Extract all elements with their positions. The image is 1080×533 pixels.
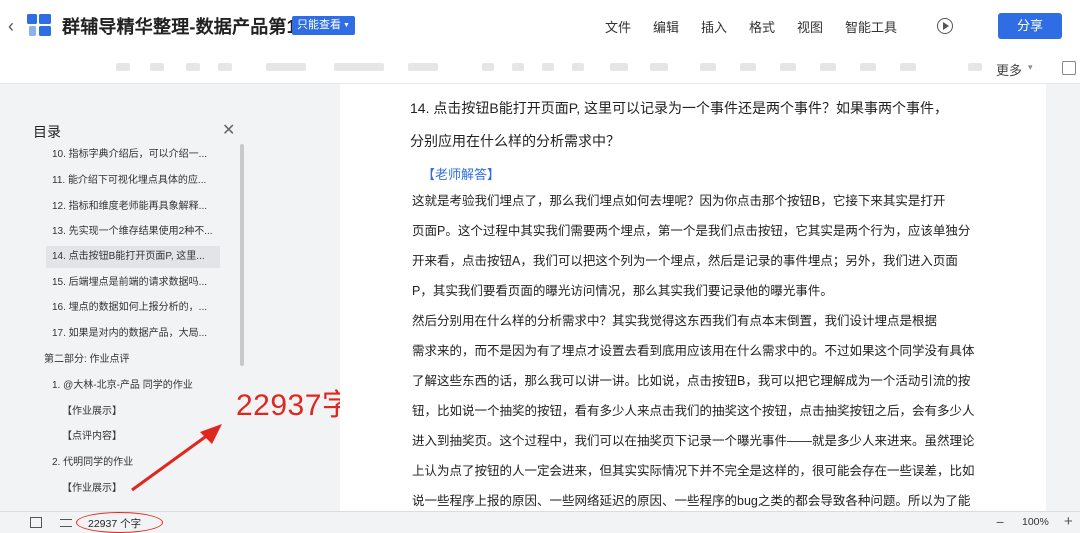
paragraph-line: 然后分别用在什么样的分析需求中？其实我觉得这东西我们有点本末倒置，我们设计埋点是… — [412, 314, 938, 328]
toc-item[interactable]: 12. 指标和维度老师能再具象解释... — [52, 196, 232, 218]
paragraph-line: 说一些程序上报的原因、一些网络延迟的原因、一些程序的bug之类的都会导致各种问题… — [412, 494, 971, 508]
present-play-icon[interactable] — [937, 18, 953, 34]
paragraph-line: 进入到抽奖页。这个过程中，我们可以在抽奖页下记录一个曝光事件——就是多少人来进来… — [412, 434, 975, 448]
outline-toggle-icon[interactable] — [30, 517, 42, 528]
toc-item-active[interactable]: 14. 点击按钮B能打开页面P, 这里... — [46, 246, 220, 268]
word-count: 22937 个字 — [88, 518, 142, 530]
document-title: 群辅导精华整理-数据产品第1期 — [62, 17, 316, 37]
top-bar: ‹ 群辅导精华整理-数据产品第1期 只能查看 ▼ 文件 编辑 插入 格式 视图 … — [0, 0, 1080, 52]
font-color-icon[interactable] — [610, 63, 628, 71]
menu-file[interactable]: 文件 — [605, 17, 631, 36]
underline-icon[interactable] — [542, 63, 554, 71]
status-bar: 22937 个字 − 100% + — [0, 511, 1080, 533]
menu-format[interactable]: 格式 — [749, 17, 775, 36]
share-button[interactable]: 分享 — [998, 13, 1062, 39]
list-icon[interactable] — [740, 63, 756, 71]
teacher-answer-tag: 【老师解答】 — [422, 167, 501, 182]
toc-item[interactable]: 17. 如果是对内的数据产品，大局... — [52, 323, 232, 345]
close-icon[interactable]: ✕ — [222, 120, 235, 140]
document-page: 14. 点击按钮B能打开页面P, 这里可以记录为一个事件还是两个事件？如果事两个… — [340, 84, 1046, 511]
toc-scrollbar[interactable] — [240, 144, 244, 366]
toc-item-section[interactable]: 第二部分: 作业点评 — [44, 349, 234, 371]
annotation-arrow-icon — [131, 424, 222, 492]
paragraph-line: 开来看，点击按钮A，我们可以把这个列为一个埋点，然后是记录的事件埋点；另外，我们… — [412, 254, 958, 268]
menu-insert[interactable]: 插入 — [701, 17, 727, 36]
more-button[interactable]: 更多 — [996, 60, 1022, 79]
layout-icon[interactable] — [60, 519, 72, 527]
word-count-annotation: 22937字 — [236, 389, 353, 422]
table-icon[interactable] — [900, 63, 916, 71]
bold-icon[interactable] — [482, 63, 494, 71]
paragraph-line: 钮，比如说一个抽奖的按钮，看有多少人来点击我们的抽奖这个按钮，点击抽奖按钮之后，… — [412, 404, 975, 418]
toc-item[interactable]: 13. 先实现一个维存结果使用2种不... — [52, 221, 232, 243]
style-select[interactable] — [266, 63, 306, 71]
app-logo-icon — [27, 14, 51, 36]
toc-item[interactable]: 15. 后端埋点是前端的请求数据吗... — [52, 272, 232, 294]
undo-icon[interactable] — [116, 63, 130, 71]
question-line: 14. 点击按钮B能打开页面P, 这里可以记录为一个事件还是两个事件？如果事两个… — [410, 100, 948, 116]
readonly-badge-label: 只能查看 — [297, 19, 341, 31]
formatting-toolbar: 更多 ▾ — [0, 52, 1080, 84]
clear-format-icon[interactable] — [218, 63, 232, 71]
font-size-select[interactable] — [408, 63, 438, 71]
caret-down-icon: ▼ — [343, 22, 350, 29]
link-icon[interactable] — [820, 63, 836, 71]
paragraph-line: 上认为点了按钮的人一定会进来，但其实实际情况下并不完全是这样的，很可能会存在一些… — [412, 464, 975, 478]
document-scroll-gutter[interactable] — [1046, 84, 1080, 511]
readonly-badge[interactable]: 只能查看 ▼ — [292, 16, 355, 35]
toc-item[interactable]: 11. 能介绍下可视化埋点具体的应... — [52, 170, 232, 192]
format-painter-icon[interactable] — [186, 63, 200, 71]
font-select[interactable] — [334, 63, 384, 71]
comment-icon[interactable] — [968, 63, 982, 71]
zoom-in-button[interactable]: + — [1064, 513, 1073, 530]
paragraph-line: 需求来的，而不是因为有了埋点才设置去看到底用应该用在什么需求中的。不过如果这个同… — [412, 344, 975, 358]
toc-title: 目录 — [33, 124, 61, 140]
paragraph-line: P，其实我们要看页面的曝光访问情况，那么其实我们要记录他的曝光事件。 — [412, 284, 833, 298]
back-chevron-icon[interactable]: ‹ — [8, 16, 22, 36]
toc-item[interactable]: 16. 埋点的数据如何上报分析的，... — [52, 297, 232, 319]
redo-icon[interactable] — [150, 63, 164, 71]
image-icon[interactable] — [860, 63, 876, 71]
paragraph-line: 页面P。这个过程中其实我们需要两个埋点，第一个是我们点击按钮，它其实是两个行为，… — [412, 224, 971, 238]
menu-edit[interactable]: 编辑 — [653, 17, 679, 36]
align-icon[interactable] — [700, 63, 716, 71]
indent-icon[interactable] — [780, 63, 796, 71]
question-line: 分别应用在什么样的分析需求中？ — [410, 133, 620, 149]
paragraph-line: 了解这些东西的话，那么我可以讲一讲。比如说，点击按钮B，我可以把它理解成为一个活… — [412, 374, 971, 388]
zoom-level[interactable]: 100% — [1022, 516, 1049, 528]
italic-icon[interactable] — [512, 63, 524, 71]
highlight-icon[interactable] — [650, 63, 668, 71]
menu-view[interactable]: 视图 — [797, 17, 823, 36]
toc-item[interactable]: 10. 指标字典介绍后，可以介绍一... — [52, 144, 232, 166]
toc-item[interactable]: 1. @大林-北京-产品 同学的作业 — [52, 375, 232, 397]
expand-icon[interactable] — [1062, 61, 1076, 75]
strikethrough-icon[interactable] — [572, 63, 584, 71]
chevron-down-icon: ▾ — [1028, 62, 1033, 72]
zoom-out-button[interactable]: − — [996, 514, 1004, 530]
menu-smart-tools[interactable]: 智能工具 — [845, 17, 897, 36]
paragraph-line: 这就是考验我们埋点了，那么我们埋点如何去埋呢？因为你点击那个按钮B，它接下来其实… — [412, 194, 946, 208]
